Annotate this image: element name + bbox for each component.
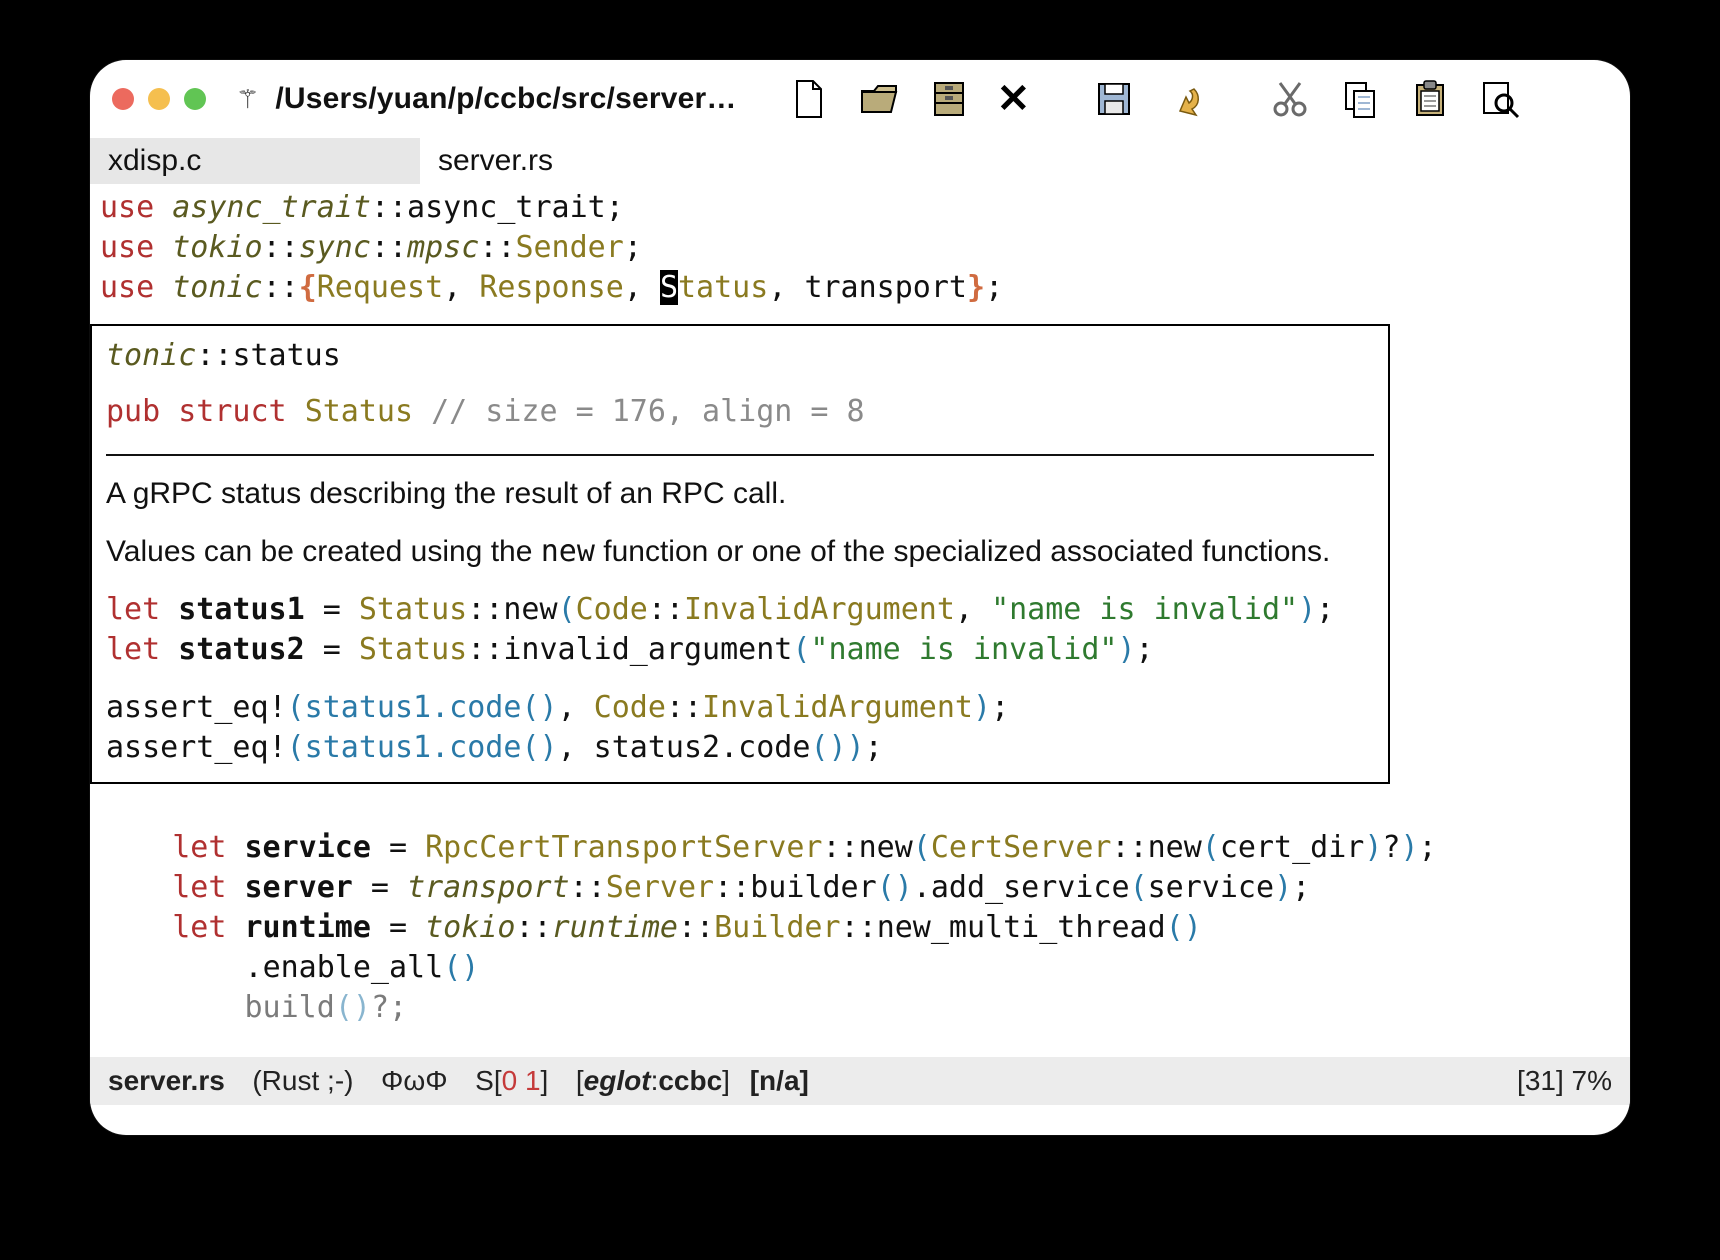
open-folder-icon[interactable] — [857, 77, 901, 121]
tab-server[interactable]: server.rs — [420, 138, 750, 184]
tab-xdisp[interactable]: xdisp.c — [90, 138, 420, 184]
code-line[interactable]: use tonic::{Request, Response, Status, t… — [90, 268, 1630, 308]
new-file-icon[interactable] — [787, 77, 831, 121]
code-line[interactable]: .enable_all() — [90, 948, 1630, 988]
hover-example: assert_eq!(status1.code(), Code::Invalid… — [106, 688, 1374, 728]
code-line[interactable]: let runtime = tokio::runtime::Builder::n… — [90, 908, 1630, 948]
titlebar: ⚚ /Users/yuan/p/ccbc/src/server… ✕ — [90, 60, 1630, 138]
close-icon[interactable]: ✕ — [997, 79, 1031, 119]
mode-line[interactable]: server.rs (Rust ;-) ΦωΦ S[0 1] [eglot:cc… — [90, 1057, 1630, 1105]
window-title: /Users/yuan/p/ccbc/src/server… — [275, 82, 736, 116]
editor-area[interactable]: use async_trait::async_trait; use tokio:… — [90, 184, 1630, 1028]
flymake-icon: ΦωΦ — [381, 1065, 448, 1097]
hover-example: let status2 = Status::invalid_argument("… — [106, 630, 1374, 670]
modeline-major-mode: (Rust ;-) — [252, 1065, 353, 1097]
toolbar: ✕ — [787, 77, 1523, 121]
divider — [106, 454, 1374, 456]
tab-label: server.rs — [438, 144, 553, 178]
code-line[interactable]: use async_trait::async_trait; — [90, 188, 1630, 228]
eglot-status[interactable]: [eglot:ccbc] — [576, 1065, 730, 1097]
tab-bar: xdisp.c server.rs — [90, 138, 1630, 184]
hover-example: let status1 = Status::new(Code::InvalidA… — [106, 590, 1374, 630]
emacs-window: ⚚ /Users/yuan/p/ccbc/src/server… ✕ — [90, 60, 1630, 1135]
hover-signature: pub struct Status // size = 176, align =… — [106, 392, 1374, 432]
hover-doc-text: Values can be created using the new func… — [106, 532, 1374, 572]
minimize-window-button[interactable] — [148, 88, 170, 110]
hover-doc-popup: tonic::status pub struct Status // size … — [90, 324, 1390, 784]
vc-indicator-icon: ⚚ — [236, 84, 259, 115]
archive-icon[interactable] — [927, 77, 971, 121]
code-line[interactable]: let service = RpcCertTransportServer::ne… — [90, 828, 1630, 868]
tab-label: xdisp.c — [108, 144, 201, 178]
paste-icon[interactable] — [1408, 77, 1452, 121]
code-line[interactable]: let server = transport::Server::builder(… — [90, 868, 1630, 908]
hover-path: tonic::status — [106, 336, 1374, 376]
text-cursor: S — [660, 270, 678, 305]
modeline-position: [31] 7% — [1517, 1065, 1612, 1097]
flymake-status[interactable]: S[0 1] — [475, 1065, 548, 1097]
hover-doc-text: A gRPC status describing the result of a… — [106, 474, 1374, 514]
modeline-filename: server.rs — [108, 1065, 225, 1097]
hover-example: assert_eq!(status1.code(), status2.code(… — [106, 728, 1374, 768]
zoom-window-button[interactable] — [184, 88, 206, 110]
search-icon[interactable] — [1478, 77, 1522, 121]
code-line[interactable]: use tokio::sync::mpsc::Sender; — [90, 228, 1630, 268]
save-icon[interactable] — [1092, 77, 1136, 121]
traffic-lights — [112, 88, 206, 110]
copy-icon[interactable] — [1338, 77, 1382, 121]
modeline-na: [n/a] — [750, 1065, 809, 1097]
cut-icon[interactable] — [1268, 77, 1312, 121]
close-window-button[interactable] — [112, 88, 134, 110]
code-line[interactable]: build()?; — [90, 988, 1630, 1028]
undo-icon[interactable] — [1162, 77, 1206, 121]
